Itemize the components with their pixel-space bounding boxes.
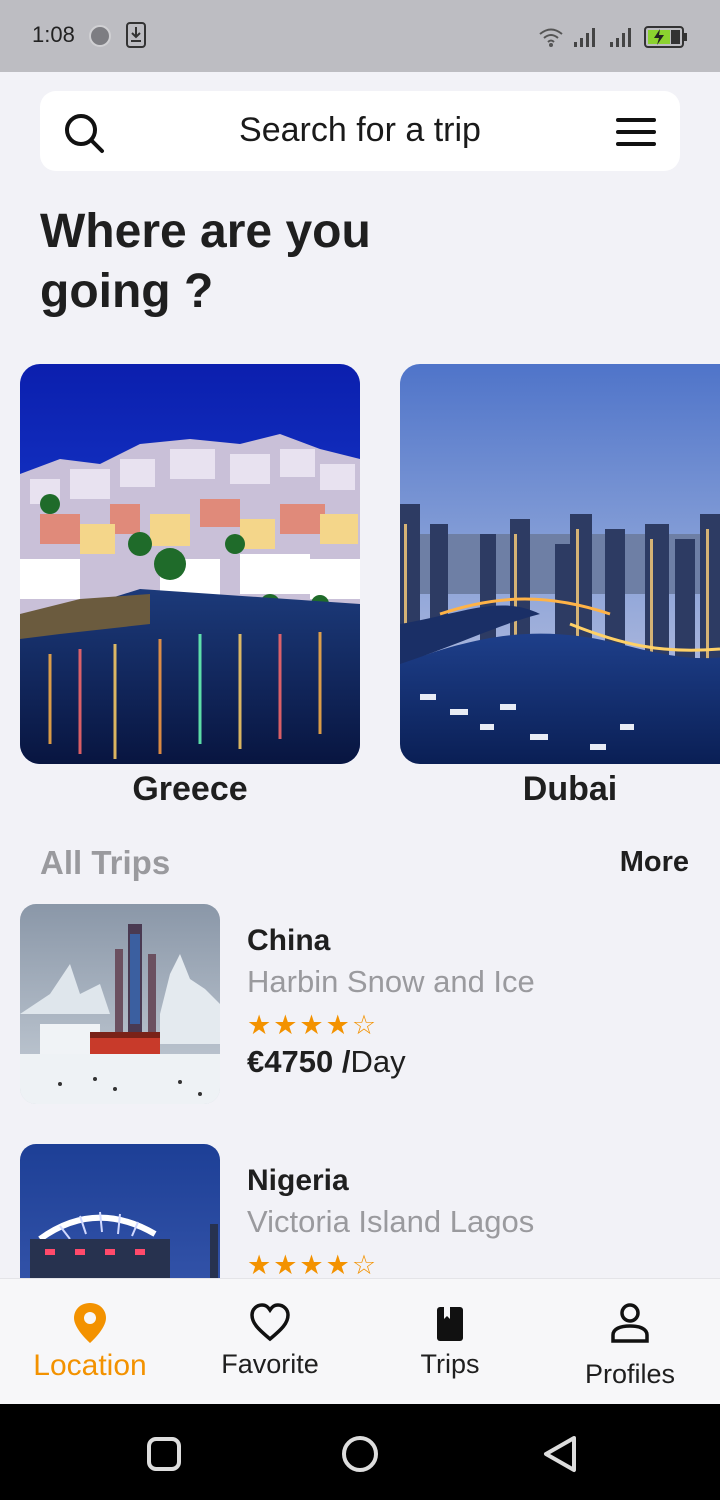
heart-icon[interactable] [250, 1301, 290, 1345]
book-icon[interactable] [430, 1301, 470, 1345]
trip-image-china[interactable] [20, 904, 220, 1104]
section-title: All Trips [40, 844, 171, 881]
status-bar: 1:08 [0, 0, 720, 72]
trip-price: €4750 /Day [247, 1044, 406, 1080]
search-input[interactable]: Search for a trip [40, 111, 680, 150]
price-amount: €4750 / [247, 1044, 351, 1079]
wifi-icon [539, 28, 563, 47]
trip-place: Harbin Snow and Ice [247, 964, 535, 999]
system-nav-bar [0, 1404, 720, 1500]
more-link[interactable]: More [620, 846, 689, 879]
location-pin-icon[interactable] [70, 1301, 110, 1345]
destination-image-greece[interactable] [20, 364, 360, 764]
signal-icon-2 [610, 28, 631, 47]
notification-dot-icon [89, 25, 111, 47]
nav-label-profiles: Profiles [584, 1359, 676, 1389]
trip-place: Victoria Island Lagos [247, 1204, 535, 1239]
search-bar[interactable]: Search for a trip [40, 91, 680, 171]
rating-stars: ★★★★☆ [247, 1250, 379, 1280]
nav-label-location: Location [33, 1349, 147, 1382]
nav-item-favorite[interactable]: Favorite [180, 1279, 360, 1405]
page-title: Where are you going ? [40, 205, 371, 318]
person-icon[interactable] [610, 1301, 650, 1345]
trip-country: Nigeria [247, 1164, 349, 1197]
nav-label-trips: Trips [420, 1349, 480, 1379]
back-icon[interactable] [540, 1434, 580, 1474]
home-icon[interactable] [340, 1434, 380, 1474]
signal-icon [574, 28, 595, 47]
nav-item-location[interactable]: Location [0, 1279, 180, 1405]
bottom-nav: Location Favorite Trips Profiles [0, 1278, 720, 1404]
recents-icon[interactable] [146, 1436, 182, 1472]
price-unit: Day [350, 1044, 406, 1079]
destination-label: Greece [132, 770, 248, 808]
nav-label-favorite: Favorite [221, 1349, 319, 1379]
destination-image-dubai[interactable] [400, 364, 720, 764]
status-icons [538, 24, 688, 50]
trip-country: China [247, 924, 331, 957]
status-time: 1:08 [32, 22, 75, 47]
trip-item-china[interactable]: China Harbin Snow and Ice ★★★★☆ €4750 /D… [20, 904, 700, 1104]
download-icon [126, 22, 146, 48]
destination-card-dubai[interactable]: Dubai [400, 364, 720, 809]
destination-card-greece[interactable]: Greece [20, 364, 360, 809]
menu-icon[interactable] [616, 117, 656, 147]
nav-item-profiles[interactable]: Profiles [540, 1279, 720, 1405]
rating-stars: ★★★★☆ [247, 1010, 379, 1040]
nav-item-trips[interactable]: Trips [360, 1279, 540, 1405]
battery-icon [644, 26, 687, 48]
destination-label: Dubai [522, 770, 618, 808]
